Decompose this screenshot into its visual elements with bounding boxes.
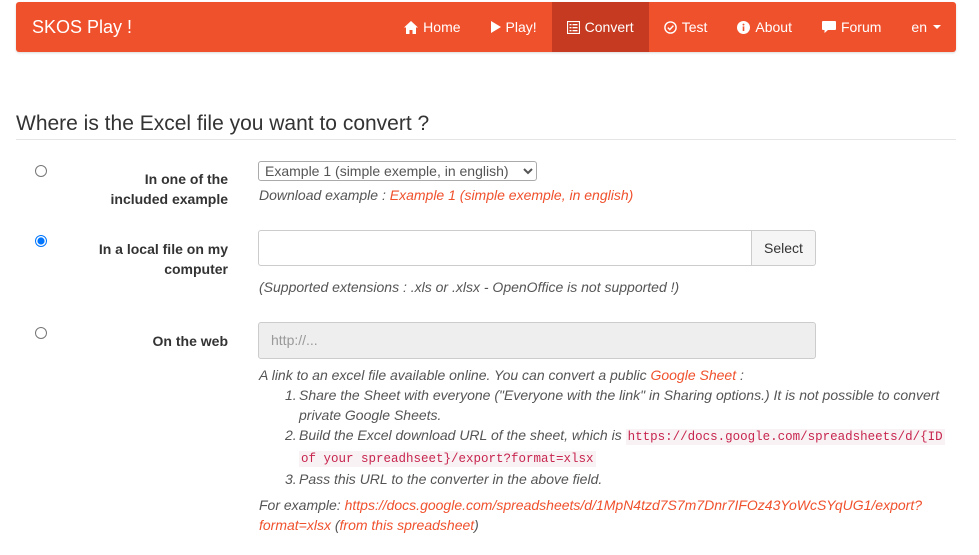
local-file-radio[interactable] (35, 235, 47, 247)
example-url-link-part2[interactable]: format=xlsx (259, 517, 331, 533)
info-icon (737, 20, 751, 34)
top-navbar: SKOS Play ! Home Play! Convert Test Abou… (16, 2, 956, 52)
step-1-line1: Share the Sheet with everyone ("Everyone… (299, 387, 940, 403)
example-select[interactable]: Example 1 (simple exemple, in english) (258, 161, 537, 181)
local-file-label-line2: computer (164, 261, 228, 277)
brand-logo[interactable]: SKOS Play ! (32, 2, 132, 52)
nav-convert[interactable]: Convert (551, 2, 649, 52)
nav-about[interactable]: About (722, 2, 807, 52)
check-circle-icon (663, 20, 677, 34)
web-intro-text: A link to an excel file available online… (259, 365, 744, 385)
play-icon (490, 21, 501, 33)
title-divider (16, 139, 956, 140)
nav-forum[interactable]: Forum (807, 2, 896, 52)
nav-about-label: About (755, 19, 792, 35)
step-3-text: Pass this URL to the converter in the ab… (299, 471, 603, 487)
nav-home[interactable]: Home (389, 2, 475, 52)
web-intro-suffix: : (736, 367, 744, 383)
step-2-url-code-1: https://docs.google.com/spreadsheets/d/{… (625, 429, 945, 445)
web-example-prefix: For example: (259, 497, 345, 513)
select-file-button[interactable]: Select (751, 230, 816, 266)
url-input[interactable]: http://... (258, 322, 816, 359)
local-file-input[interactable] (258, 230, 752, 266)
example-paren-open: ( (330, 517, 340, 533)
download-example-link[interactable]: Example 1 (simple exemple, in english) (390, 187, 634, 203)
nav-forum-label: Forum (840, 19, 882, 35)
nav-test-label: Test (681, 19, 708, 35)
web-step-2: 2. Build the Excel download URL of the s… (285, 425, 965, 469)
supported-extensions-help: (Supported extensions : .xls or .xlsx - … (259, 279, 680, 295)
step-3-number: 3. (285, 471, 297, 487)
example-radio[interactable] (35, 165, 47, 177)
example-label: In one of the included example (111, 169, 228, 209)
web-radio[interactable] (35, 327, 47, 339)
nav-convert-label: Convert (584, 19, 634, 35)
google-sheet-link[interactable]: Google Sheet (650, 367, 736, 383)
caret-down-icon (933, 25, 941, 29)
nav-play[interactable]: Play! (476, 2, 552, 52)
nav-play-label: Play! (505, 19, 537, 35)
step-2-number: 2. (285, 427, 297, 443)
local-file-label: In a local file on my computer (99, 239, 228, 279)
example-label-line1: In one of the (144, 171, 228, 187)
web-steps-list: 1. Share the Sheet with everyone ("Every… (285, 385, 965, 489)
language-dropdown[interactable]: en (896, 2, 956, 52)
web-intro-prefix: A link to an excel file available online… (259, 367, 651, 383)
example-paren-close: ) (474, 517, 479, 533)
download-example-text: Download example : Example 1 (simple exe… (259, 185, 633, 205)
web-example: For example: https://docs.google.com/spr… (259, 495, 959, 535)
download-example-prefix: Download example : (259, 187, 390, 203)
nav-home-label: Home (423, 19, 461, 35)
example-url-link-part1[interactable]: https://docs.google.com/spreadsheets/d/1… (345, 497, 922, 513)
nav-menu: Home Play! Convert Test About Forum en (389, 2, 956, 52)
page-title: Where is the Excel file you want to conv… (16, 112, 430, 135)
local-file-label-line1: In a local file on my (98, 241, 228, 257)
list-icon (566, 20, 580, 34)
nav-test[interactable]: Test (649, 2, 723, 52)
step-2-url-code-2: of your spreadhseet}/export?format=xlsx (299, 451, 596, 467)
language-label: en (911, 19, 927, 35)
step-1-number: 1. (285, 387, 297, 403)
home-icon (404, 20, 419, 34)
web-step-1: 1. Share the Sheet with everyone ("Every… (285, 385, 965, 425)
example-label-line2: included example (110, 191, 228, 207)
source-spreadsheet-link[interactable]: from this spreadsheet (340, 517, 475, 533)
step-1-line2: private Google Sheets. (299, 407, 442, 423)
web-step-3: 3. Pass this URL to the converter in the… (285, 469, 965, 489)
step-2-text: Build the Excel download URL of the shee… (299, 427, 626, 443)
web-label: On the web (152, 333, 228, 349)
comment-icon (821, 20, 836, 34)
